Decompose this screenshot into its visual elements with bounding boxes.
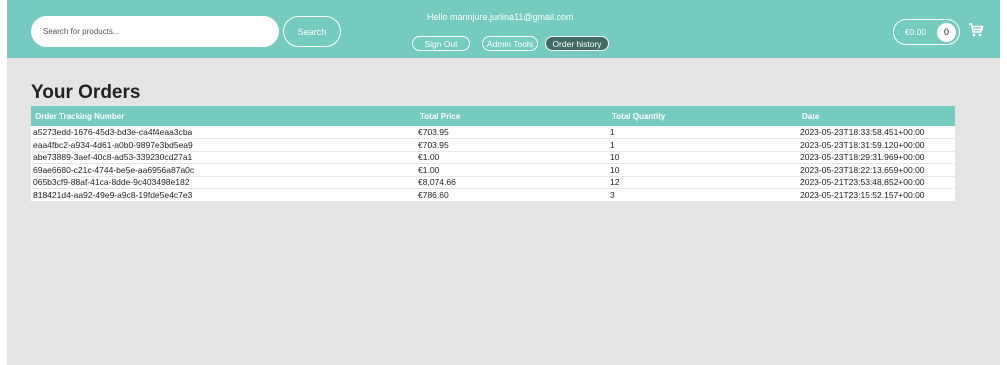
total-quantity-cell: 3 [608,188,798,202]
search-input[interactable] [31,16,279,47]
user-greeting: Hello marinjure.jurlina11@gmail.com [427,12,574,22]
total-quantity-cell: 10 [608,151,798,164]
total-price-cell: €703.95 [416,126,608,139]
table-row: a5273edd-1676-45d3-bd3e-ca4f4eaa3cba €70… [31,126,955,139]
table-row: 69ae6680-c21c-4744-be5e-aa6956a87a0c €1.… [31,163,955,177]
date-cell: 2023-05-21T23:15:52.157+00:00 [798,188,955,202]
tracking-number-cell: 69ae6680-c21c-4744-be5e-aa6956a87a0c [31,163,416,177]
date-cell: 2023-05-23T18:31:59.120+00:00 [798,138,955,152]
total-quantity-cell: 1 [608,138,798,152]
total-price-cell: €703.95 [416,138,608,152]
sign-out-button[interactable]: Sign Out [412,36,470,51]
total-price-cell: €1.00 [416,151,608,164]
date-cell: 2023-05-21T23:53:48.852+00:00 [798,176,955,189]
shopping-cart-icon[interactable] [968,22,984,38]
total-price-cell: €786.60 [416,188,608,202]
total-quantity-cell: 1 [608,126,798,139]
admin-tools-button[interactable]: Admin Tools [482,36,538,51]
tracking-number-cell: a5273edd-1676-45d3-bd3e-ca4f4eaa3cba [31,126,416,139]
date-cell: 2023-05-23T18:29:31.969+00:00 [798,151,955,164]
page-title: Your Orders [31,82,141,103]
order-history-button[interactable]: Order history [545,36,609,51]
column-header-date: Date [802,111,820,121]
table-row: 818421d4-aa92-49e9-a9c8-19fde5e4c7e3 €78… [31,188,955,202]
total-price-cell: €8,074.66 [416,176,608,189]
table-row: abe73889-3aef-40c8-ad53-339230cd27a1 €1.… [31,151,955,164]
table-row: eaa4fbc2-a934-4d61-a0b0-9897e3bd5ea9 €70… [31,138,955,152]
search-button[interactable]: Search [283,16,341,47]
column-header-tracking: Order Tracking Number [35,111,125,121]
total-quantity-cell: 10 [608,163,798,177]
tracking-number-cell: eaa4fbc2-a934-4d61-a0b0-9897e3bd5ea9 [31,138,416,152]
orders-table: Order Tracking Number Total Price Total … [31,106,955,202]
cart-count: 0 [937,22,956,42]
column-header-price: Total Price [420,111,461,121]
cart-total: €0.00 [904,27,927,37]
date-cell: 2023-05-23T18:22:13.659+00:00 [798,163,955,177]
tracking-number-cell: 818421d4-aa92-49e9-a9c8-19fde5e4c7e3 [31,188,416,202]
tracking-number-cell: 065b3cf9-88af-41ca-8dde-9c403498e182 [31,176,416,189]
app-root: Search Hello marinjure.jurlina11@gmail.c… [7,0,1000,365]
date-cell: 2023-05-23T18:33:58.451+00:00 [798,126,955,139]
table-header-row: Order Tracking Number Total Price Total … [31,106,955,126]
cart-status[interactable]: €0.00 0 [893,19,960,45]
column-header-quantity: Total Quantity [612,111,666,121]
total-price-cell: €1.00 [416,163,608,177]
total-quantity-cell: 12 [608,176,798,189]
table-row: 065b3cf9-88af-41ca-8dde-9c403498e182 €8,… [31,176,955,189]
top-header: Search Hello marinjure.jurlina11@gmail.c… [7,0,1000,58]
tracking-number-cell: abe73889-3aef-40c8-ad53-339230cd27a1 [31,151,416,164]
